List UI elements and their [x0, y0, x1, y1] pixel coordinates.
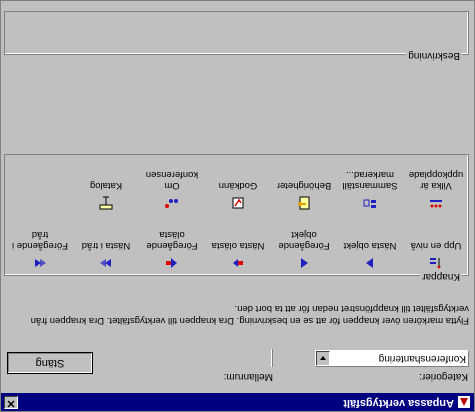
- buttons-group-label: Knappar: [420, 271, 462, 282]
- toolbar-button-label: Upp en nivå: [410, 240, 462, 251]
- toolbar-button-previous-in-thread[interactable]: Föregående i tråd: [8, 229, 72, 271]
- toolbar-button-label: Föregående objekt: [278, 229, 330, 251]
- toolbar-button-permissions[interactable]: Behörigheter: [272, 180, 336, 211]
- previous-unread-icon: [140, 255, 204, 271]
- instructions-text: Flytta markören över knappen för att se …: [30, 303, 469, 326]
- toolbar-button-label: Nästa objekt: [343, 240, 397, 251]
- next-in-thread-icon: [74, 255, 138, 271]
- previous-object-icon: [272, 255, 336, 271]
- description-group: Beskrivning: [4, 11, 469, 61]
- approve-icon: [206, 195, 270, 211]
- window-title: Anpassa verktygsfält: [343, 397, 454, 409]
- toolbar-button-label: Katalog: [89, 180, 123, 191]
- app-icon: [457, 395, 471, 409]
- toolbar-button-who-online[interactable]: Vilka är uppkopplade: [404, 169, 468, 211]
- toolbar-button-next-in-thread[interactable]: Nästa i tråd: [74, 240, 138, 271]
- toolbar-button-label: Föregående i tråd: [12, 229, 68, 251]
- spacing-label: Mellanrum:: [223, 371, 273, 382]
- toolbar-button-label: Vilka är uppkopplade: [408, 169, 464, 191]
- toolbar-button-previous-object[interactable]: Föregående objekt: [272, 229, 336, 271]
- toolbar-button-label: Godkänn: [218, 180, 258, 191]
- toolbar-button-label: Behörigheter: [276, 180, 332, 191]
- customize-toolbar-dialog: Anpassa verktygsfält ✕ Kategorier: Konfe…: [0, 0, 475, 412]
- title-bar[interactable]: Anpassa verktygsfält ✕: [1, 393, 474, 411]
- catalog-icon: [74, 195, 138, 211]
- toolbar-button-about-conference[interactable]: Om konferensen: [140, 169, 204, 211]
- close-icon[interactable]: ✕: [4, 396, 18, 409]
- toolbar-button-label: Om konferensen: [145, 169, 199, 191]
- up-level-icon: [404, 255, 468, 271]
- categories-dropdown[interactable]: Konferenshantering: [315, 350, 469, 367]
- categories-selected-value: Konferenshantering: [378, 353, 466, 364]
- buttons-group: Knappar Upp en nivå Nästa objekt Föregåend…: [4, 154, 469, 282]
- toolbar-button-catalog[interactable]: Katalog: [74, 180, 138, 211]
- toolbar-button-label: Föregående olästa: [146, 229, 198, 251]
- permissions-icon: [272, 195, 336, 211]
- next-object-icon: [338, 255, 402, 271]
- next-unread-icon: [206, 255, 270, 271]
- toolbar-button-label: Sammanställ markerad...: [342, 169, 398, 191]
- compile-selected-icon: [338, 195, 402, 211]
- who-online-icon: [404, 195, 468, 211]
- toolbar-button-up-level[interactable]: Upp en nivå: [404, 240, 468, 271]
- about-conference-icon: [140, 195, 204, 211]
- spacing-preview[interactable]: [271, 349, 273, 367]
- description-group-label: Beskrivning: [406, 50, 462, 61]
- previous-in-thread-icon: [8, 255, 72, 271]
- toolbar-button-next-unread[interactable]: Nästa olästa: [206, 240, 270, 271]
- toolbar-button-approve[interactable]: Godkänn: [206, 180, 270, 211]
- toolbar-button-previous-unread[interactable]: Föregående olästa: [140, 229, 204, 271]
- chevron-down-icon[interactable]: [316, 351, 330, 366]
- categories-label: Kategorier:: [419, 371, 468, 382]
- toolbar-button-compile-selected[interactable]: Sammanställ markerad...: [338, 169, 402, 211]
- toolbar-button-next-object[interactable]: Nästa objekt: [338, 240, 402, 271]
- close-button[interactable]: Stäng: [7, 352, 93, 374]
- toolbar-buttons-grid: Upp en nivå Nästa objekt Föregående objekt…: [6, 161, 468, 271]
- toolbar-button-label: Nästa olästa: [211, 240, 265, 251]
- toolbar-button-label: Nästa i tråd: [81, 240, 131, 251]
